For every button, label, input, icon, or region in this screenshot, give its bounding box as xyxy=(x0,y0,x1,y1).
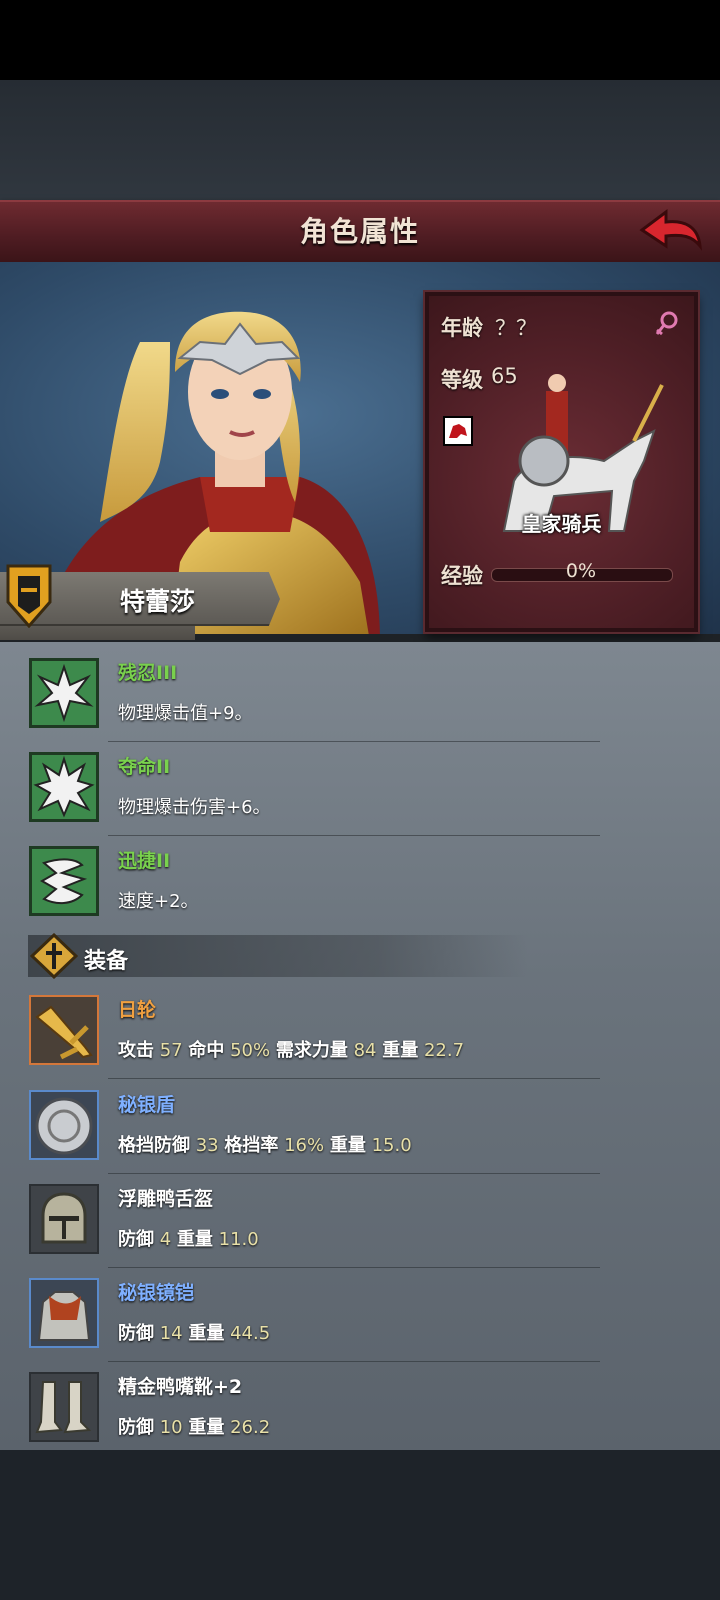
page-title: 角色属性 xyxy=(299,215,420,248)
equipment-name: 日轮 xyxy=(118,999,157,1021)
character-name: 特蕾莎 xyxy=(120,587,196,616)
equipment-stats: 防御 14 重量 44.5 xyxy=(118,1323,271,1344)
exp-value: 0% xyxy=(565,560,597,582)
equipment-row[interactable]: 浮雕鸭舌盔 防御 4 重量 11.0 xyxy=(0,1174,720,1268)
female-icon xyxy=(655,311,678,336)
equipment-stats: 防御 10 重量 26.2 xyxy=(118,1417,271,1438)
equipment-section-title: 装备 xyxy=(84,949,129,974)
skill-desc: 速度+2。 xyxy=(118,891,199,912)
divider xyxy=(108,1078,600,1079)
exp-label: 经验 xyxy=(441,564,483,588)
skill-desc: 物理爆击伤害+6。 xyxy=(118,797,271,818)
top-band xyxy=(0,80,720,200)
title-bar: 角色属性 xyxy=(0,200,720,265)
wing-icon xyxy=(29,846,99,916)
class-name: 皇家骑兵 xyxy=(521,512,602,536)
burst-icon xyxy=(29,752,99,822)
equipment-stats: 防御 4 重量 11.0 xyxy=(118,1229,259,1250)
equipment-stats: 攻击 57 命中 50% 需求力量 84 重量 22.7 xyxy=(118,1040,465,1061)
equipment-name: 浮雕鸭舌盔 xyxy=(118,1188,214,1210)
back-arrow-icon[interactable] xyxy=(636,206,706,256)
skill-name: 夺命II xyxy=(118,756,171,778)
age-value: ？？ xyxy=(495,316,537,340)
skill-name: 残忍III xyxy=(118,662,178,684)
equipment-row[interactable]: 秘银镜铠 防御 14 重量 44.5 xyxy=(0,1268,720,1362)
status-bar xyxy=(0,0,720,80)
cross-diamond-icon xyxy=(30,933,78,979)
skill-row[interactable]: 残忍III 物理爆击值+9。 xyxy=(0,648,720,742)
skill-desc: 物理爆击值+9。 xyxy=(118,703,253,724)
boots-icon xyxy=(29,1372,99,1442)
sword-icon xyxy=(29,995,99,1065)
skill-row[interactable]: 迅捷II 速度+2。 xyxy=(0,836,720,930)
equipment-row[interactable]: 精金鸭嘴靴+2 防御 10 重量 26.2 xyxy=(0,1362,720,1456)
class-icon xyxy=(443,416,473,446)
equipment-row[interactable]: 日轮 攻击 57 命中 50% 需求力量 84 重量 22.7 xyxy=(0,985,720,1079)
level-label: 等级 xyxy=(441,368,483,392)
equipment-name: 秘银盾 xyxy=(118,1094,176,1116)
equipment-name: 秘银镜铠 xyxy=(118,1282,195,1304)
armor-icon xyxy=(29,1278,99,1348)
equipment-row[interactable]: 秘银盾 格挡防御 33 格挡率 16% 重量 15.0 xyxy=(0,1080,720,1174)
skill-name: 迅捷II xyxy=(118,850,171,872)
shield-icon xyxy=(29,1090,99,1160)
equipment-stats: 格挡防御 33 格挡率 16% 重量 15.0 xyxy=(118,1135,412,1156)
bottom-band xyxy=(0,1450,720,1600)
character-info-card: 年龄 ？？ 等级 65 皇家骑兵 经验 0% xyxy=(425,292,698,632)
skill-row[interactable]: 夺命II 物理爆击伤害+6。 xyxy=(0,742,720,836)
helmet-icon xyxy=(29,1184,99,1254)
burst-icon xyxy=(29,658,99,728)
knight-helmet-badge-icon xyxy=(6,564,52,628)
age-label: 年龄 xyxy=(441,316,483,340)
equipment-name: 精金鸭嘴靴+2 xyxy=(118,1376,243,1398)
